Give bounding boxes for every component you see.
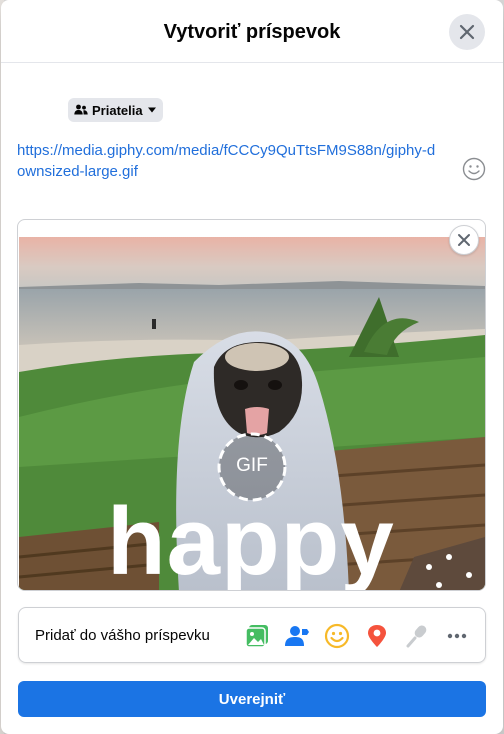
smiley-icon (462, 157, 486, 181)
audience-selector[interactable]: Priatelia (68, 98, 163, 122)
gif-caption: happy (107, 488, 395, 591)
emoji-picker-button[interactable] (462, 157, 486, 181)
dialog-title: Vytvoriť príspevok (163, 21, 341, 43)
feeling-icon (324, 623, 350, 649)
live-video-button[interactable] (404, 623, 430, 649)
tag-people-button[interactable] (284, 623, 310, 649)
live-video-icon (406, 625, 427, 648)
photo-video-icon (245, 625, 268, 648)
add-to-post-bar: Pridať do vášho príspevku (18, 607, 486, 663)
close-icon (459, 24, 475, 40)
gif-preview: GIF happy (17, 219, 486, 591)
photo-video-button[interactable] (244, 623, 270, 649)
gif-image: GIF happy (19, 237, 485, 591)
friends-icon (74, 104, 88, 115)
remove-preview-button[interactable] (449, 225, 479, 255)
post-text-input[interactable]: https://media.giphy.com/media/fCCCy9QuTt… (17, 140, 437, 182)
check-in-button[interactable] (364, 623, 390, 649)
more-options-button[interactable] (444, 623, 470, 649)
check-in-icon (368, 625, 386, 647)
caret-down-icon (147, 107, 156, 113)
add-to-post-label: Pridať do vášho príspevku (35, 627, 210, 644)
publish-button[interactable]: Uverejniť (18, 681, 486, 717)
dialog-header: Vytvoriť príspevok (1, 0, 503, 63)
create-post-dialog: Vytvoriť príspevok Priatelia https://med… (1, 0, 503, 734)
feeling-button[interactable] (324, 623, 350, 649)
gif-badge: GIF (236, 455, 268, 476)
tag-people-icon (285, 626, 309, 646)
close-dialog-button[interactable] (449, 14, 485, 50)
more-icon (447, 633, 467, 639)
close-icon (458, 234, 470, 246)
audience-label: Priatelia (92, 102, 143, 118)
